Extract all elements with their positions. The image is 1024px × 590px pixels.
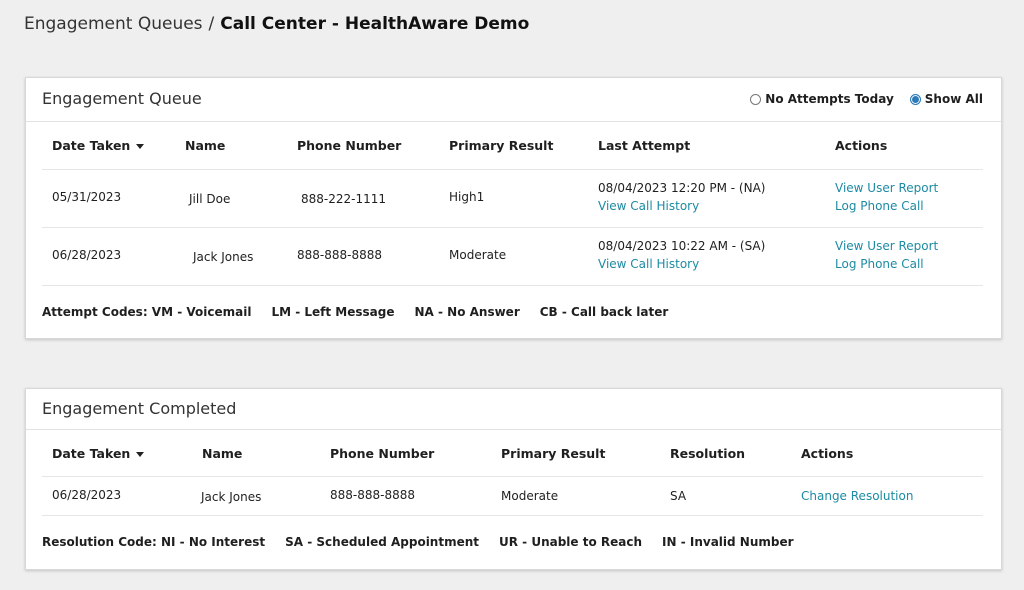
cell-phone-number: 888-222-1111 <box>301 192 387 206</box>
column-header-date-taken[interactable]: Date Taken <box>52 445 145 463</box>
engagement-queue-table: Date Taken Name Phone Number Primary Res… <box>42 122 983 286</box>
attempt-code-lm: LM - Left Message <box>271 305 395 319</box>
breadcrumb-separator: / <box>208 14 215 34</box>
column-header-last-attempt: Last Attempt <box>598 138 691 153</box>
cell-actions: Change Resolution <box>801 487 913 505</box>
radio-selected-icon[interactable] <box>909 93 921 105</box>
last-attempt-text: 08/04/2023 12:20 PM - (NA) <box>598 181 766 195</box>
cell-name: Jill Doe <box>189 192 231 206</box>
filter-no-attempts-today[interactable]: No Attempts Today <box>750 92 894 106</box>
filter-show-all[interactable]: Show All <box>909 92 983 106</box>
filter-show-all-label: Show All <box>924 92 983 106</box>
view-user-report-link[interactable]: View User Report <box>835 179 938 197</box>
engagement-completed-header: Engagement Completed <box>26 389 1001 430</box>
column-header-date-taken[interactable]: Date Taken <box>52 137 145 155</box>
cell-primary-result: High1 <box>449 190 485 204</box>
attempt-code-na: NA - No Answer <box>414 305 520 319</box>
cell-name: Jack Jones <box>193 250 254 264</box>
attempt-code-cb: CB - Call back later <box>539 305 669 319</box>
table-row: 06/28/2023 Jack Jones 888-888-8888 Moder… <box>42 477 983 516</box>
engagement-queue-card: Engagement Queue No Attempts Today Show … <box>25 77 1002 339</box>
cell-phone-number: 888-888-8888 <box>297 248 383 262</box>
column-header-actions: Actions <box>835 138 888 153</box>
cell-resolution: SA <box>670 489 687 503</box>
cell-date-taken: 06/28/2023 <box>52 248 122 262</box>
resolution-code-ni: Resolution Code: NI - No Interest <box>42 535 266 549</box>
radio-unselected-icon[interactable] <box>750 93 762 105</box>
breadcrumb-parent-link[interactable]: Engagement Queues <box>24 14 203 34</box>
column-header-name: Name <box>202 446 243 461</box>
resolution-code-ur: UR - Unable to Reach <box>499 535 643 549</box>
cell-last-attempt: 08/04/2023 12:20 PM - (NA) View Call His… <box>598 179 765 215</box>
sort-caret-down-icon[interactable] <box>136 452 145 457</box>
cell-last-attempt: 08/04/2023 10:22 AM - (SA) View Call His… <box>598 237 765 273</box>
change-resolution-link[interactable]: Change Resolution <box>801 487 913 505</box>
cell-actions: View User Report Log Phone Call <box>835 237 938 273</box>
view-call-history-link[interactable]: View Call History <box>598 197 765 215</box>
filter-no-attempts-label: No Attempts Today <box>765 92 894 106</box>
cell-primary-result: Moderate <box>501 489 559 503</box>
engagement-queue-header: Engagement Queue No Attempts Today Show … <box>26 78 1001 122</box>
sort-caret-down-icon[interactable] <box>136 144 145 149</box>
table-row: 05/31/2023 Jill Doe 888-222-1111 High1 0… <box>42 170 983 228</box>
engagement-completed-card: Engagement Completed Date Taken Name Pho… <box>25 388 1002 570</box>
page-title: Call Center - HealthAware Demo <box>220 14 530 34</box>
attempt-codes-legend: Attempt Codes: VM - Voicemail LM - Left … <box>42 305 688 319</box>
table-header-row: Date Taken Name Phone Number Primary Res… <box>42 430 983 477</box>
cell-name: Jack Jones <box>201 490 262 504</box>
cell-actions: View User Report Log Phone Call <box>835 179 938 215</box>
table-row: 06/28/2023 Jack Jones 888-888-8888 Moder… <box>42 228 983 286</box>
resolution-code-in: IN - Invalid Number <box>662 535 794 549</box>
attempt-code-vm: Attempt Codes: VM - Voicemail <box>42 305 252 319</box>
column-header-phone-number: Phone Number <box>330 446 435 461</box>
breadcrumb: Engagement Queues / Call Center - HealthAw… <box>24 13 529 35</box>
view-user-report-link[interactable]: View User Report <box>835 237 938 255</box>
column-header-name: Name <box>185 138 226 153</box>
engagement-completed-table: Date Taken Name Phone Number Primary Res… <box>42 430 983 516</box>
log-phone-call-link[interactable]: Log Phone Call <box>835 255 938 273</box>
column-header-primary-result: Primary Result <box>501 446 606 461</box>
log-phone-call-link[interactable]: Log Phone Call <box>835 197 938 215</box>
cell-date-taken: 06/28/2023 <box>52 488 122 502</box>
column-header-actions: Actions <box>801 446 854 461</box>
resolution-code-sa: SA - Scheduled Appointment <box>285 535 480 549</box>
view-call-history-link[interactable]: View Call History <box>598 255 765 273</box>
column-header-phone-number: Phone Number <box>297 138 402 153</box>
engagement-queue-title: Engagement Queue <box>42 89 202 108</box>
cell-primary-result: Moderate <box>449 248 507 262</box>
engagement-completed-title: Engagement Completed <box>42 399 237 418</box>
column-header-primary-result: Primary Result <box>449 138 554 153</box>
table-header-row: Date Taken Name Phone Number Primary Res… <box>42 122 983 170</box>
last-attempt-text: 08/04/2023 10:22 AM - (SA) <box>598 239 766 253</box>
cell-phone-number: 888-888-8888 <box>330 488 416 502</box>
resolution-codes-legend: Resolution Code: NI - No Interest SA - S… <box>42 535 814 549</box>
cell-date-taken: 05/31/2023 <box>52 190 122 204</box>
queue-filter-group: No Attempts Today Show All <box>734 92 983 106</box>
column-header-resolution: Resolution <box>670 446 746 461</box>
